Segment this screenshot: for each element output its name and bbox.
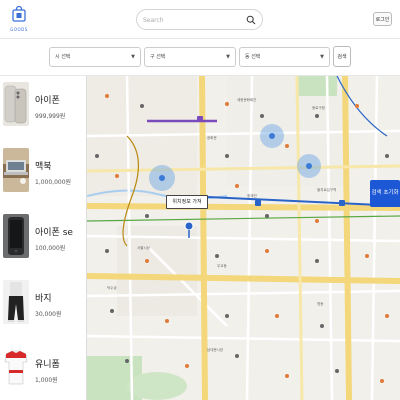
product-price: 100,000원 (35, 245, 66, 252)
product-title: 아이폰 (35, 96, 60, 106)
chevron-down-icon: ▼ (320, 54, 324, 60)
login-button[interactable]: 로그인 (373, 12, 392, 26)
product-image (3, 148, 29, 192)
product-title: 바지 (35, 294, 52, 304)
product-price: 1,000,000원 (35, 179, 72, 186)
product-image (3, 280, 29, 324)
location-tooltip[interactable]: 위치정보 가져 (166, 195, 208, 209)
product-image (3, 214, 29, 258)
search-button[interactable]: 검색 (333, 46, 351, 67)
product-price: 1,000원 (35, 377, 58, 384)
product-price: 999,999원 (35, 113, 66, 120)
chevron-down-icon: ▼ (226, 54, 230, 60)
map-label: 서울시청 (137, 246, 150, 250)
district-select[interactable]: 구 선택 ▼ (144, 47, 236, 67)
map-label: 세종문화회관 (237, 98, 257, 102)
product-image (3, 82, 29, 126)
search-bar[interactable] (136, 9, 263, 30)
district-select-value: 구 선택 (150, 54, 166, 60)
reset-search-button[interactable]: 검색 초기화 (370, 180, 400, 207)
map-canvas (87, 76, 400, 400)
map-label: 남대문시장 (207, 348, 224, 352)
product-title: 맥북 (35, 162, 52, 172)
product-title: 유니폼 (35, 360, 60, 370)
map-label: 청계천 (247, 194, 257, 198)
map-label: 을지로입구역 (317, 188, 337, 192)
logo-text: GOODS (10, 27, 28, 32)
search-input[interactable] (141, 13, 245, 28)
map-label: 덕수궁 (107, 286, 117, 290)
product-title: 아이폰 se (35, 228, 73, 238)
list-item[interactable]: 맥북 1,000,000원 (0, 142, 86, 208)
list-item[interactable]: 아이폰 se 100,000원 (0, 208, 86, 274)
product-list: 아이폰 999,999원 맥북 1,000,000원 아이폰 se 100,00… (0, 76, 87, 400)
map-label: 명동 (317, 302, 324, 306)
product-price: 30,000원 (35, 311, 62, 318)
dong-select[interactable]: 동 선택 ▼ (239, 47, 330, 67)
logo[interactable]: GOODS (8, 5, 30, 34)
city-select-value: 시 선택 (55, 54, 71, 60)
list-item[interactable]: 아이폰 999,999원 (0, 76, 86, 142)
dong-select-value: 동 선택 (245, 54, 261, 60)
filter-bar: 시 선택 ▼ 구 선택 ▼ 동 선택 ▼ 검색 (0, 39, 400, 76)
header: GOODS 로그인 (0, 0, 400, 39)
map-label: 무교동 (217, 264, 227, 268)
map-label: 종로구청 (312, 106, 325, 110)
list-item[interactable]: 유니폼 1,000원 (0, 340, 86, 400)
list-item[interactable]: 바지 30,000원 (0, 274, 86, 340)
map-view[interactable]: 세종문화회관 종로구청 광화문 청계천 을지로입구역 서울시청 덕수궁 명동 남… (87, 76, 400, 400)
map-label: 광화문 (207, 136, 217, 140)
city-select[interactable]: 시 선택 ▼ (49, 47, 141, 67)
chevron-down-icon: ▼ (131, 54, 135, 60)
shopping-bag-icon (12, 5, 26, 22)
search-icon[interactable] (246, 15, 256, 25)
product-image (3, 346, 29, 390)
